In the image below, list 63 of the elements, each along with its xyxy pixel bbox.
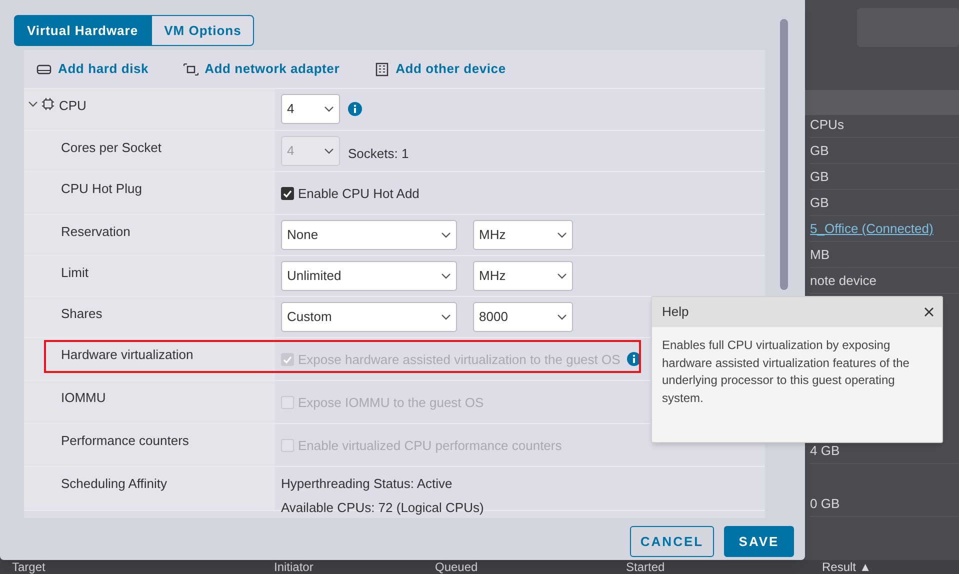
- caret-icon: [557, 314, 567, 320]
- checkbox-option[interactable]: Enable CPU Hot Add: [281, 184, 420, 204]
- scrollbar[interactable]: [780, 19, 788, 290]
- caret-icon: [557, 273, 567, 279]
- network-adapter-icon: [182, 62, 199, 76]
- tab[interactable]: Virtual Hardware: [14, 15, 152, 46]
- row-label: Scheduling Affinity: [61, 475, 167, 493]
- property-value: 4 GB: [810, 442, 840, 460]
- device-list-icon: [374, 62, 390, 76]
- check-icon: [283, 356, 292, 364]
- property-value: note device: [810, 272, 876, 290]
- select-field[interactable]: MHz: [473, 220, 573, 250]
- affinity-text: Hyperthreading Status: Active: [281, 475, 454, 493]
- check-icon: [283, 190, 292, 198]
- column-header[interactable]: Initiator: [274, 561, 314, 574]
- checkbox[interactable]: [281, 187, 294, 200]
- property-value: CPUs: [810, 116, 844, 134]
- column-header[interactable]: Result ▲: [822, 561, 872, 574]
- select-field[interactable]: None: [281, 220, 457, 250]
- toolbar-link[interactable]: Add hard disk: [36, 59, 149, 79]
- row-label: Performance counters: [61, 432, 189, 450]
- help-text: Enables full CPU virtualization by exposing hardware assisted virtualization features of the underlying processor to this guest operating system.: [661, 337, 910, 406]
- affinity-text: Available CPUs: 72 (Logical CPUs): [281, 498, 484, 517]
- caret-icon: [324, 106, 334, 112]
- close-icon: [924, 307, 934, 317]
- row-label: Limit: [61, 264, 88, 282]
- row-label: Shares: [61, 305, 102, 323]
- row-label: CPU: [59, 97, 86, 115]
- row-label: CPU Hot Plug: [61, 180, 142, 198]
- close-button[interactable]: [922, 305, 936, 319]
- info-icon[interactable]: [348, 102, 362, 116]
- property-value: MB: [810, 246, 830, 264]
- row-label: Cores per Socket: [61, 139, 162, 157]
- caret-icon: [557, 232, 567, 238]
- caret-icon: [441, 232, 451, 238]
- row-label: Hardware virtualization: [61, 346, 194, 364]
- property-value: 0 GB: [810, 494, 840, 513]
- save-button[interactable]: SAVE: [724, 526, 794, 557]
- property-value: GB: [810, 168, 829, 186]
- toolbar-link[interactable]: Add network adapter: [182, 59, 340, 79]
- chip-icon: [41, 97, 55, 111]
- property-value: GB: [810, 194, 829, 212]
- cancel-button[interactable]: CANCEL: [630, 526, 714, 557]
- select-field[interactable]: Unlimited: [281, 261, 457, 291]
- row-label: Reservation: [61, 223, 130, 241]
- sockets-text: Sockets: 1: [348, 145, 409, 163]
- select-field[interactable]: 8000: [473, 302, 573, 332]
- row-label: IOMMU: [61, 389, 106, 407]
- select-field[interactable]: MHz: [473, 261, 573, 291]
- select-field[interactable]: 4: [281, 94, 340, 124]
- select-field[interactable]: Custom: [281, 302, 457, 332]
- column-header[interactable]: Queued: [435, 561, 478, 574]
- tab[interactable]: VM Options: [151, 15, 254, 46]
- caret-icon: [324, 148, 334, 154]
- help-title: Help: [662, 303, 689, 322]
- caret-icon: [441, 314, 451, 320]
- caret-icon: [441, 273, 451, 279]
- link-text[interactable]: 5_Office (Connected): [810, 218, 934, 238]
- column-header[interactable]: Started: [626, 561, 665, 574]
- column-header[interactable]: Target: [12, 561, 46, 574]
- select-field: 4: [281, 136, 340, 166]
- property-value: GB: [810, 142, 829, 160]
- toolbar-link[interactable]: Add other device: [374, 59, 506, 79]
